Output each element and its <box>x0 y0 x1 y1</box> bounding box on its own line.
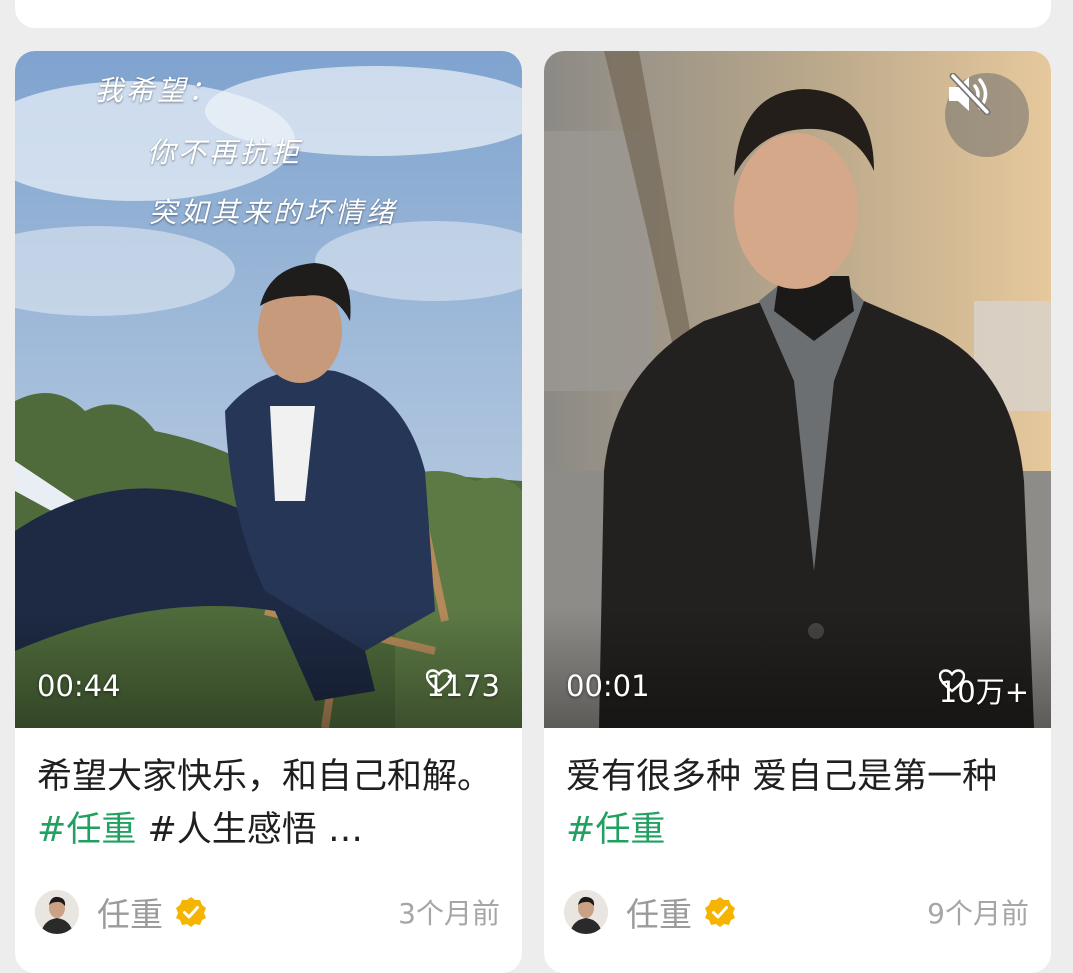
hashtag-link[interactable]: #任重 <box>566 810 665 850</box>
like-count: 10万+ <box>938 669 1029 711</box>
video-duration: 00:01 <box>566 669 650 703</box>
video-duration: 00:44 <box>37 669 121 703</box>
title-text: 爱有很多种 爱自己是第一种 <box>566 757 998 797</box>
title-text: 希望大家快乐，和自己和解。 <box>37 757 493 797</box>
video-thumbnail-2[interactable]: 00:01 10万+ <box>544 51 1051 728</box>
verified-badge-icon <box>176 897 206 927</box>
heart-outline-icon <box>426 669 453 693</box>
video-title-2[interactable]: 爱有很多种 爱自己是第一种 #任重 <box>566 751 1026 857</box>
heart-outline-icon <box>938 669 965 693</box>
video-title-1[interactable]: 希望大家快乐，和自己和解。 #任重 #人生感悟 … <box>37 751 497 857</box>
post-time: 9个月前 <box>927 897 1029 930</box>
title-ellipsis: … <box>327 810 363 850</box>
overlay-caption-line-2: 你不再抗拒 <box>147 136 303 169</box>
thumbnail-shade <box>15 608 522 728</box>
overlay-caption-line-3: 突如其来的坏情绪 <box>149 196 398 229</box>
hashtag-text[interactable]: #人生感悟 <box>147 810 316 850</box>
video-thumbnail-1[interactable]: 我希望： 你不再抗拒 突如其来的坏情绪 00:44 1173 <box>15 51 522 728</box>
avatar[interactable] <box>564 890 608 934</box>
author-name[interactable]: 任重 <box>97 888 163 936</box>
like-count: 1173 <box>426 669 500 703</box>
video-card-2[interactable]: 00:01 10万+ 爱有很多种 爱自己是第一种 #任重 任重 9个月前 <box>544 51 1051 973</box>
post-time: 3个月前 <box>398 897 500 930</box>
verified-badge-icon <box>705 897 735 927</box>
avatar[interactable] <box>35 890 79 934</box>
hashtag-link[interactable]: #任重 <box>37 810 136 850</box>
card-footer-2: 任重 9个月前 <box>564 889 1029 935</box>
overlay-caption-line-1: 我希望： <box>95 74 220 107</box>
previous-card-bottom <box>15 0 1051 28</box>
card-footer-1: 任重 3个月前 <box>35 889 500 935</box>
author-name[interactable]: 任重 <box>626 888 692 936</box>
mute-speaker-icon <box>949 73 991 115</box>
mute-button[interactable] <box>945 73 1029 157</box>
video-card-1[interactable]: 我希望： 你不再抗拒 突如其来的坏情绪 00:44 1173 希望大家快乐，和自… <box>15 51 522 973</box>
